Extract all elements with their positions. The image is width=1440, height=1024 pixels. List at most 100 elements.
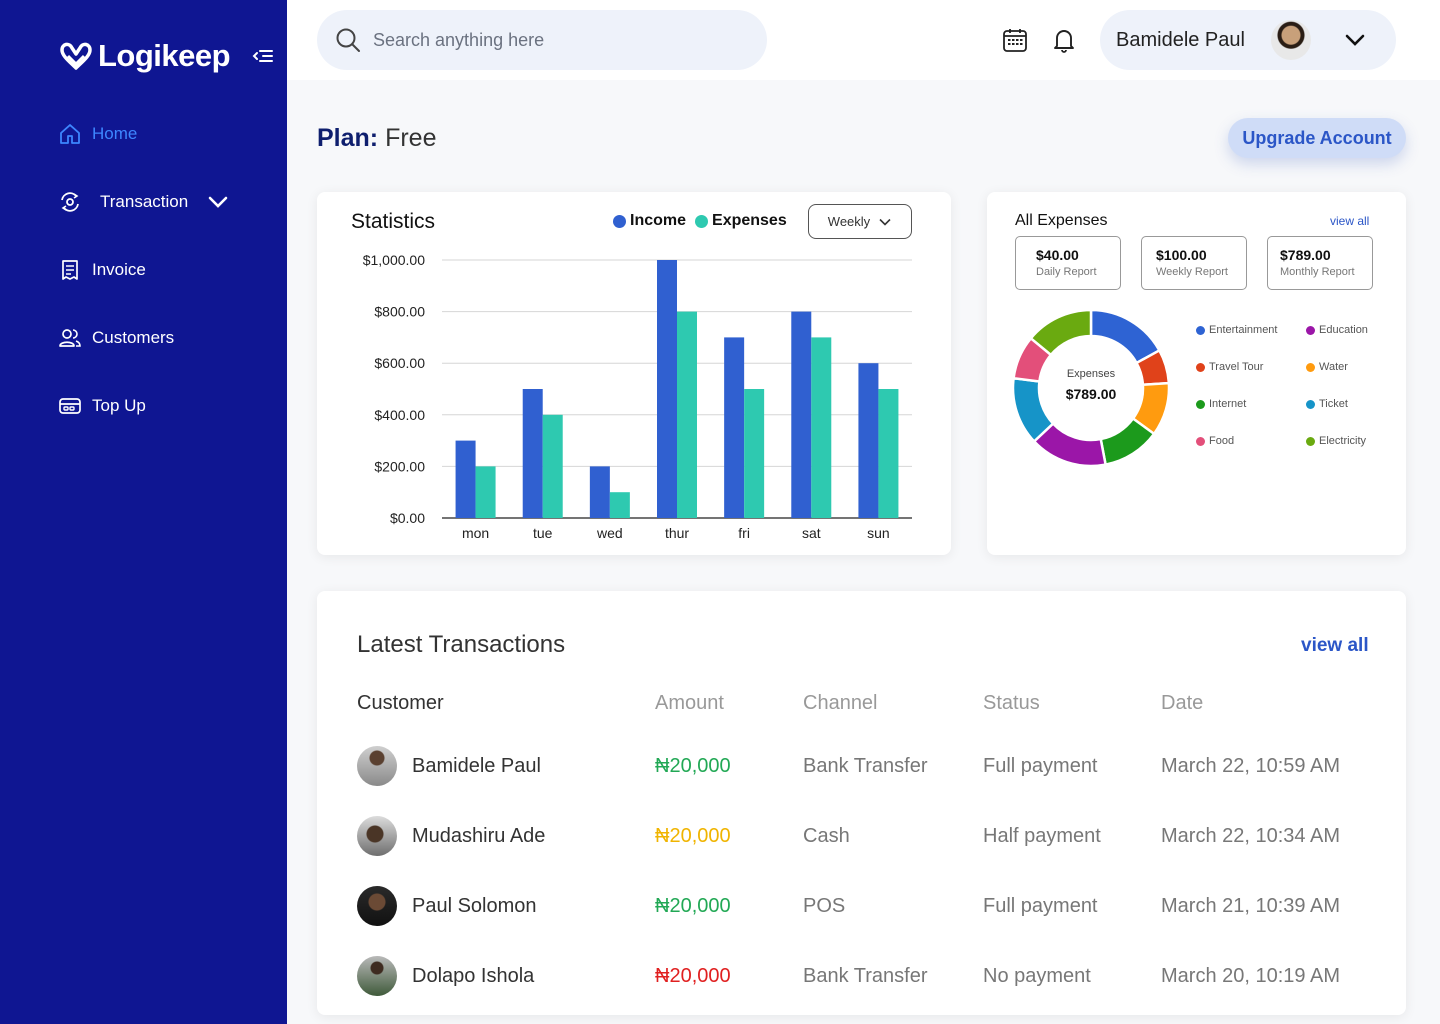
calendar-icon[interactable]: [1002, 27, 1028, 53]
bar-expenses-fri[interactable]: [744, 389, 765, 518]
legend-label: Internet: [1209, 398, 1247, 410]
legend-dot: [1306, 325, 1315, 335]
bar-expenses-tue[interactable]: [542, 414, 563, 518]
bell-icon[interactable]: [1051, 27, 1077, 53]
plan-value: Free: [385, 124, 437, 152]
bar-income-sun[interactable]: [858, 363, 879, 518]
bar-expenses-mon[interactable]: [475, 466, 496, 518]
date: March 21, 10:39 AM: [1161, 895, 1340, 917]
sidebar-item-label: Top Up: [92, 396, 146, 415]
legend-item-travel-tour: Travel Tour: [1196, 361, 1263, 373]
legend-dot: [1306, 436, 1315, 446]
statistics-chart: $0.00 $200.00 $400.00 $600.00 $800.00 $1,000.…: [363, 252, 912, 541]
x-tick-label: sun: [867, 525, 890, 541]
column-header-status[interactable]: Status: [983, 692, 1040, 715]
status: Full payment: [983, 755, 1098, 777]
collapse-menu-icon[interactable]: [252, 45, 274, 67]
status: No payment: [983, 965, 1091, 987]
chevron-down-icon: [879, 218, 891, 226]
top-up-icon: [59, 398, 81, 414]
daily-report-card[interactable]: $40.00 Daily Report: [1015, 236, 1121, 290]
channel: Cash: [803, 825, 850, 847]
avatar: [357, 886, 397, 926]
legend-item-internet: Internet: [1196, 398, 1246, 410]
customer-name: Dolapo Ishola: [412, 965, 535, 987]
transaction-icon: [61, 192, 79, 212]
amount: ₦20,000: [655, 825, 731, 847]
report-label: Weekly Report: [1156, 266, 1228, 278]
upgrade-account-button[interactable]: Upgrade Account: [1228, 118, 1406, 158]
bar-income-sat[interactable]: [791, 311, 812, 518]
bar-income-tue[interactable]: [522, 389, 543, 518]
sidebar-item-transaction[interactable]: Transaction: [58, 190, 240, 214]
bar-expenses-wed[interactable]: [609, 492, 630, 518]
search-bar[interactable]: [317, 10, 767, 70]
chevron-down-icon[interactable]: [1343, 28, 1367, 52]
statistics-card: $0.00 $200.00 $400.00 $600.00 $800.00 $1,000.…: [317, 192, 951, 555]
x-tick-label: thur: [665, 525, 689, 541]
legend-dot: [1196, 325, 1205, 335]
monthly-report-card[interactable]: $789.00 Monthly Report: [1267, 236, 1373, 290]
legend-dot: [1306, 399, 1315, 409]
table-row[interactable]: Dolapo Ishola ₦20,000 Bank Transfer No p…: [317, 951, 1406, 1001]
legend-label: Food: [1209, 435, 1235, 447]
bar-income-thur[interactable]: [657, 260, 677, 518]
column-header-channel[interactable]: Channel: [803, 692, 878, 715]
sidebar-item-top-up[interactable]: Top Up: [58, 394, 146, 418]
period-select[interactable]: Weekly: [808, 204, 912, 239]
legend-label: Travel Tour: [1209, 361, 1264, 373]
sidebar-item-home[interactable]: Home: [58, 122, 137, 146]
logo-icon: [60, 42, 92, 70]
avatar: [357, 816, 397, 856]
sidebar-item-invoice[interactable]: Invoice: [58, 258, 146, 282]
bar-expenses-sun[interactable]: [878, 389, 899, 518]
column-header-date[interactable]: Date: [1161, 692, 1203, 715]
customer-name: Mudashiru Ade: [412, 825, 546, 847]
status: Half payment: [983, 825, 1101, 847]
bar-income-wed[interactable]: [589, 466, 610, 518]
weekly-report-card[interactable]: $100.00 Weekly Report: [1141, 236, 1247, 290]
customers-icon: [59, 329, 81, 347]
report-label: Monthly Report: [1280, 266, 1355, 278]
table-row[interactable]: Paul Solomon ₦20,000 POS Full payment Ma…: [317, 881, 1406, 931]
chevron-down-icon[interactable]: [206, 190, 230, 214]
x-tick-label: sat: [802, 525, 821, 541]
transactions-view-all-link[interactable]: view all: [1301, 635, 1369, 657]
legend-item-water: Water: [1306, 361, 1348, 373]
column-header-customer[interactable]: Customer: [357, 692, 444, 715]
report-amount: $40.00: [1036, 247, 1079, 263]
sidebar-item-label: Invoice: [92, 260, 146, 279]
search-input[interactable]: [373, 29, 733, 51]
channel: Bank Transfer: [803, 755, 928, 777]
legend-label: Entertainment: [1209, 324, 1278, 336]
user-name: Bamidele Paul: [1116, 28, 1245, 51]
legend-dot: [1306, 362, 1315, 372]
sidebar-item-customers[interactable]: Customers: [58, 326, 174, 350]
search-icon: [336, 28, 360, 52]
app-name: Logikeep: [98, 38, 231, 73]
report-label: Daily Report: [1036, 266, 1097, 278]
bar-income-mon[interactable]: [455, 440, 476, 518]
user-menu[interactable]: Bamidele Paul: [1100, 10, 1396, 70]
channel: POS: [803, 895, 846, 917]
legend-expenses: Expenses: [695, 212, 787, 230]
y-tick-label: $0.00: [390, 510, 425, 526]
bar-income-fri[interactable]: [724, 337, 745, 518]
legend-dot: [1196, 436, 1205, 446]
avatar: [357, 746, 397, 786]
legend-label: Education: [1319, 324, 1368, 336]
logo[interactable]: Logikeep: [56, 36, 231, 76]
table-row[interactable]: Bamidele Paul ₦20,000 Bank Transfer Full…: [317, 741, 1406, 791]
expenses-view-all-link[interactable]: view all: [1330, 214, 1369, 228]
bar-expenses-sat[interactable]: [811, 337, 832, 518]
donut-total: $789.00: [1065, 386, 1117, 402]
legend-label: Ticket: [1319, 398, 1348, 410]
x-tick-label: tue: [533, 525, 553, 541]
table-row[interactable]: Mudashiru Ade ₦20,000 Cash Half payment …: [317, 811, 1406, 861]
plan-label: Plan:: [317, 124, 379, 152]
column-header-amount[interactable]: Amount: [655, 692, 724, 715]
amount: ₦20,000: [655, 965, 731, 987]
avatar: [357, 956, 397, 996]
legend-dot: [1196, 399, 1205, 409]
bar-expenses-thur[interactable]: [677, 311, 697, 518]
